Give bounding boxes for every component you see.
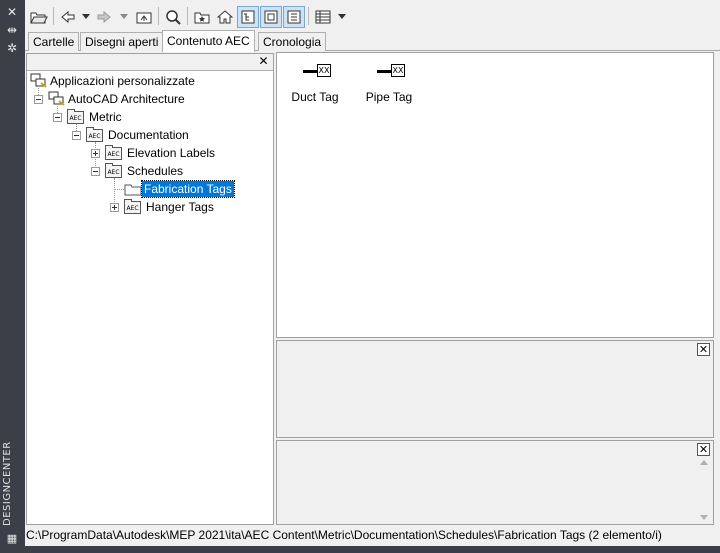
tree-node-label: Metric: [89, 110, 122, 124]
autocad-architecture-icon: [48, 91, 65, 106]
folder-icon: [124, 184, 142, 196]
load-icon[interactable]: [28, 6, 50, 28]
content-item-pipe-tag[interactable]: XX Pipe Tag: [354, 63, 424, 109]
tree-node-label: Fabrication Tags: [141, 180, 235, 198]
close-icon[interactable]: ✕: [4, 5, 20, 19]
tree-close-icon[interactable]: ✕: [257, 55, 270, 68]
content-item-duct-tag[interactable]: XX Duct Tag: [280, 63, 350, 109]
collapse-icon[interactable]: [34, 95, 43, 104]
description-pane: ✕: [276, 440, 714, 525]
search-icon[interactable]: [162, 6, 184, 28]
tree-node-metric[interactable]: AEC Metric: [67, 108, 124, 126]
aec-folder-icon: AEC: [67, 108, 84, 124]
grid-icon[interactable]: ▦: [4, 532, 20, 546]
tab-cronologia[interactable]: Cronologia: [258, 32, 327, 51]
autohide-icon[interactable]: ⇹: [4, 23, 20, 37]
tree-node-elevation-labels[interactable]: AEC Elevation Labels: [105, 144, 217, 162]
collapse-icon[interactable]: [91, 167, 100, 176]
collapse-icon[interactable]: [72, 131, 81, 140]
scroll-up-icon[interactable]: [700, 460, 708, 465]
views-icon[interactable]: [312, 6, 334, 28]
tree-node-fabrication-tags[interactable]: Fabrication Tags: [124, 180, 235, 198]
properties-icon[interactable]: ✲: [4, 41, 20, 55]
bottom-strip: [0, 546, 720, 553]
tree-pane: ✕ Applicazioni personalizzate AutoCAD Ar…: [26, 53, 274, 525]
aec-folder-icon: AEC: [86, 126, 103, 142]
toolbar: [25, 0, 720, 30]
palette-title: DESIGNCENTER: [2, 441, 13, 526]
scroll-down-icon[interactable]: [700, 515, 708, 520]
collapse-icon[interactable]: [53, 113, 62, 122]
tag-icon: XX: [377, 63, 409, 79]
home-icon[interactable]: [214, 6, 236, 28]
tree-node-label: Schedules: [127, 164, 184, 178]
tree-node-documentation[interactable]: AEC Documentation: [86, 126, 191, 144]
forward-dropdown-icon[interactable]: [120, 14, 128, 19]
favorites-icon[interactable]: [191, 6, 213, 28]
expand-icon[interactable]: [110, 203, 119, 212]
custom-apps-icon: [30, 73, 47, 88]
tree-node-applicazioni-personalizzate[interactable]: Applicazioni personalizzate: [30, 72, 197, 90]
preview-icon[interactable]: [260, 6, 282, 28]
tab-disegni-aperti[interactable]: Disegni aperti: [80, 32, 164, 51]
preview-pane: ✕: [276, 340, 714, 438]
description-icon[interactable]: [283, 6, 305, 28]
description-scrollbar[interactable]: [696, 457, 713, 524]
tab-cartelle[interactable]: Cartelle: [28, 32, 80, 51]
tree-view-toggle-icon[interactable]: [237, 6, 259, 28]
status-bar: C:\ProgramData\Autodesk\MEP 2021\ita\AEC…: [25, 526, 720, 546]
aec-folder-icon: AEC: [124, 198, 141, 214]
content-pane: XX Duct Tag XX Pipe Tag: [276, 52, 714, 338]
tree-header: ✕: [27, 54, 273, 71]
forward-icon[interactable]: [93, 6, 115, 28]
back-icon[interactable]: [57, 6, 79, 28]
expand-icon[interactable]: [91, 149, 100, 158]
tree-node-label: Documentation: [108, 128, 189, 142]
back-dropdown-icon[interactable]: [82, 14, 90, 19]
up-icon[interactable]: [133, 6, 155, 28]
tab-contenuto-aec[interactable]: Contenuto AEC: [162, 30, 255, 52]
tab-bar: Cartelle Disegni aperti Contenuto AEC Cr…: [25, 30, 720, 52]
tree-node-schedules[interactable]: AEC Schedules: [105, 162, 185, 180]
tree-node-hanger-tags[interactable]: AEC Hanger Tags: [124, 198, 216, 216]
tree-node-label: Elevation Labels: [127, 146, 216, 160]
views-dropdown-icon[interactable]: [338, 14, 346, 19]
aec-folder-icon: AEC: [105, 162, 122, 178]
tree-node-label: AutoCAD Architecture: [68, 92, 185, 106]
description-close-icon[interactable]: ✕: [697, 443, 710, 456]
tree-node-autocad-architecture[interactable]: AutoCAD Architecture: [48, 90, 187, 108]
preview-close-icon[interactable]: ✕: [697, 343, 710, 356]
tree-node-label: Applicazioni personalizzate: [50, 74, 195, 88]
tree-node-label: Hanger Tags: [146, 200, 214, 214]
palette-sidebar: ✕ ⇹ ✲ DESIGNCENTER ▦: [0, 0, 25, 553]
content-item-label: Pipe Tag: [365, 90, 413, 104]
aec-folder-icon: AEC: [105, 144, 122, 160]
tag-icon: XX: [303, 63, 335, 79]
content-item-label: Duct Tag: [291, 90, 339, 104]
